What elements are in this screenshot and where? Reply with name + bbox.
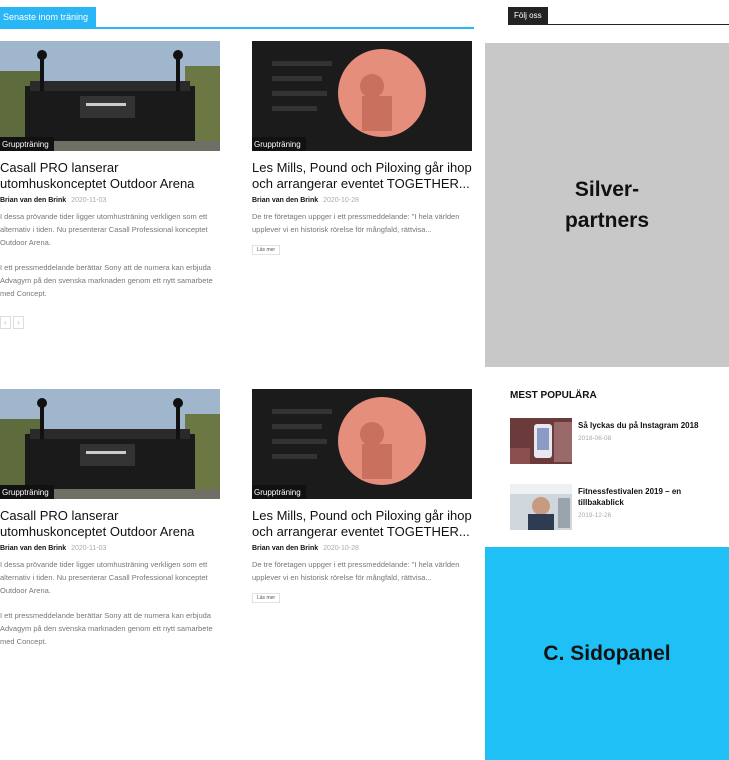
popular-item[interactable]: Fitnessfestivalen 2019 – en tillbakablic… <box>510 484 729 534</box>
together-event-image <box>252 389 472 499</box>
article-author[interactable]: Brian van den Brink <box>252 197 318 204</box>
category-badge[interactable]: Gruppträning <box>0 485 54 499</box>
article-card[interactable]: Gruppträning Les Mills, Pound och Piloxi… <box>252 41 474 256</box>
category-badge[interactable]: Gruppträning <box>252 137 306 151</box>
popular-date: 2019-12-26 <box>578 512 612 519</box>
article-meta: Brian van den Brink 2020-11-03 <box>0 197 222 204</box>
popular-thumbnail[interactable] <box>510 418 572 464</box>
pagination: ‹ › <box>0 312 222 330</box>
article-title[interactable]: Casall PRO lanserar utomhuskonceptet Out… <box>0 160 222 192</box>
silver-label-line2: partners <box>564 209 650 232</box>
excerpt-paragraph: De tre företagen uppger i ett pressmedde… <box>252 560 460 582</box>
article-meta: Brian van den Brink 2020-10-28 <box>252 197 474 204</box>
excerpt-paragraph: De tre företagen uppger i ett pressmedde… <box>252 212 460 234</box>
article-title[interactable]: Les Mills, Pound och Piloxing går ihop o… <box>252 160 474 192</box>
article-author[interactable]: Brian van den Brink <box>0 197 66 204</box>
article-meta: Brian van den Brink 2020-10-28 <box>252 545 474 552</box>
excerpt-paragraph: I dessa prövande tider ligger utomhusträ… <box>0 212 208 247</box>
popular-thumbnail[interactable] <box>510 484 572 530</box>
instagram-image <box>510 418 572 464</box>
article-author[interactable]: Brian van den Brink <box>252 545 318 552</box>
popular-date: 2018-06-08 <box>578 435 612 442</box>
article-excerpt: I dessa prövande tider ligger utomhusträ… <box>0 210 222 300</box>
article-card[interactable]: Gruppträning Casall PRO lanserar utomhus… <box>0 389 222 660</box>
festival-image <box>510 484 572 530</box>
article-date: 2020-11-03 <box>71 545 107 552</box>
article-title[interactable]: Les Mills, Pound och Piloxing går ihop o… <box>252 508 474 540</box>
article-excerpt: I dessa prövande tider ligger utomhusträ… <box>0 558 222 648</box>
article-date: 2020-11-03 <box>71 197 107 204</box>
pager-next-button[interactable]: › <box>13 316 24 329</box>
category-badge[interactable]: Gruppträning <box>0 137 54 151</box>
follow-header: Följ oss <box>508 7 729 25</box>
outdoor-arena-image <box>0 41 220 151</box>
excerpt-paragraph: I ett pressmeddelande berättar Sony att … <box>0 611 213 646</box>
follow-title: Följ oss <box>508 7 548 24</box>
article-card[interactable]: Gruppträning Casall PRO lanserar utomhus… <box>0 41 222 330</box>
article-date: 2020-10-28 <box>323 545 359 552</box>
article-excerpt: De tre företagen uppger i ett pressmedde… <box>252 210 474 236</box>
popular-text: Fitnessfestivalen 2019 – en tillbakablic… <box>578 486 728 519</box>
silver-label-line1: Silver- <box>574 178 640 201</box>
excerpt-paragraph: I ett pressmeddelande berättar Sony att … <box>0 263 213 298</box>
article-title[interactable]: Casall PRO lanserar utomhuskonceptet Out… <box>0 508 222 540</box>
article-thumbnail[interactable]: Gruppträning <box>252 389 472 499</box>
together-event-image <box>252 41 472 151</box>
read-more-button[interactable]: Läs mer <box>252 593 281 603</box>
popular-text: Så lyckas du på Instagram 2018 2018-06-0… <box>578 420 728 442</box>
article-date: 2020-10-28 <box>323 197 359 204</box>
read-more-button[interactable]: Läs mer <box>252 245 281 255</box>
outdoor-arena-image <box>0 389 220 499</box>
popular-item[interactable]: Så lyckas du på Instagram 2018 2018-06-0… <box>510 418 729 468</box>
sidopanel-label: C. Sidopanel <box>543 641 671 665</box>
pager-prev-button[interactable]: ‹ <box>0 316 11 329</box>
article-thumbnail[interactable]: Gruppträning <box>0 41 220 151</box>
silver-partners-panel[interactable]: Silver- partners <box>485 43 729 367</box>
article-thumbnail[interactable]: Gruppträning <box>252 41 472 151</box>
category-badge[interactable]: Gruppträning <box>252 485 306 499</box>
popular-heading: MEST POPULÄRA <box>510 390 597 401</box>
sidopanel[interactable]: C. Sidopanel <box>485 547 729 760</box>
article-card[interactable]: Gruppträning Les Mills, Pound och Piloxi… <box>252 389 474 604</box>
section-header: Senaste inom träning <box>0 7 474 29</box>
article-author[interactable]: Brian van den Brink <box>0 545 66 552</box>
section-title: Senaste inom träning <box>0 7 97 27</box>
article-meta: Brian van den Brink 2020-11-03 <box>0 545 222 552</box>
excerpt-paragraph: I dessa prövande tider ligger utomhusträ… <box>0 560 208 595</box>
popular-title[interactable]: Fitnessfestivalen 2019 – en tillbakablic… <box>578 486 728 508</box>
popular-title[interactable]: Så lyckas du på Instagram 2018 <box>578 420 728 431</box>
article-thumbnail[interactable]: Gruppträning <box>0 389 220 499</box>
article-excerpt: De tre företagen uppger i ett pressmedde… <box>252 558 474 584</box>
